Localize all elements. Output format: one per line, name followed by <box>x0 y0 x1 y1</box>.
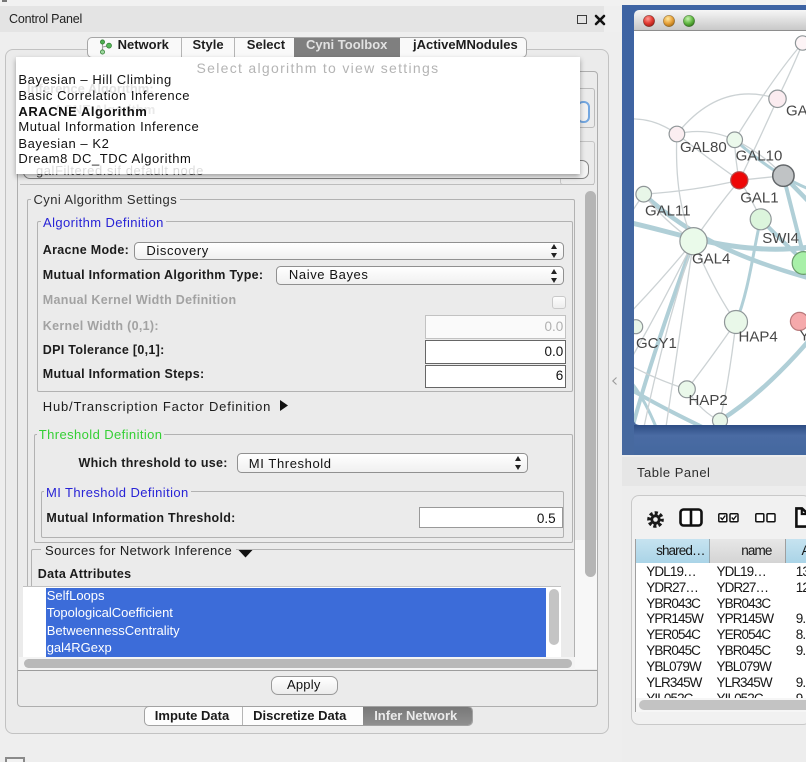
svg-text:GAL10: GAL10 <box>736 148 783 165</box>
svg-text:GCY1: GCY1 <box>636 335 677 352</box>
svg-text:GAL80: GAL80 <box>680 139 727 156</box>
svg-text:GAL7: GAL7 <box>786 103 806 120</box>
svg-text:GAL1: GAL1 <box>740 189 778 206</box>
svg-text:YJ: YJ <box>800 328 806 345</box>
svg-text:GAL4: GAL4 <box>692 251 730 268</box>
svg-text:SWI4: SWI4 <box>762 230 799 247</box>
svg-text:HAP4: HAP4 <box>739 329 778 346</box>
svg-text:GAL11: GAL11 <box>645 203 691 220</box>
svg-text:HAP2: HAP2 <box>689 392 728 409</box>
